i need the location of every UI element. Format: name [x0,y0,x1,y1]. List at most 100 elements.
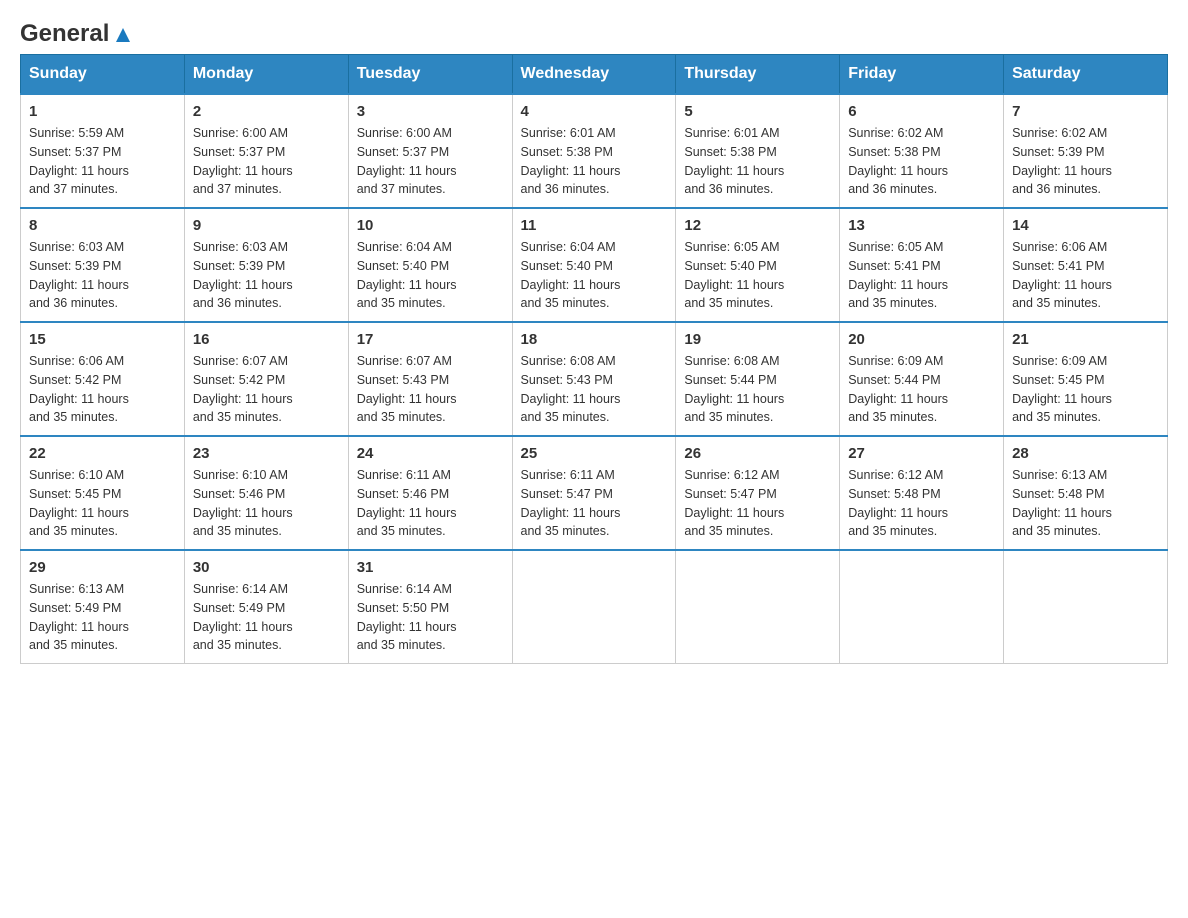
calendar-cell: 14 Sunrise: 6:06 AMSunset: 5:41 PMDaylig… [1004,208,1168,322]
calendar-cell: 29 Sunrise: 6:13 AMSunset: 5:49 PMDaylig… [21,550,185,664]
day-number: 24 [357,445,504,462]
weekday-header-thursday: Thursday [676,55,840,95]
day-info: Sunrise: 6:13 AMSunset: 5:49 PMDaylight:… [29,582,129,652]
day-number: 30 [193,559,340,576]
day-number: 8 [29,217,176,234]
day-info: Sunrise: 6:04 AMSunset: 5:40 PMDaylight:… [521,240,621,310]
week-row-1: 1 Sunrise: 5:59 AMSunset: 5:37 PMDayligh… [21,94,1168,208]
calendar-cell: 20 Sunrise: 6:09 AMSunset: 5:44 PMDaylig… [840,322,1004,436]
logo-triangle-icon [112,24,134,46]
calendar-cell: 5 Sunrise: 6:01 AMSunset: 5:38 PMDayligh… [676,94,840,208]
calendar-body: 1 Sunrise: 5:59 AMSunset: 5:37 PMDayligh… [21,94,1168,664]
week-row-5: 29 Sunrise: 6:13 AMSunset: 5:49 PMDaylig… [21,550,1168,664]
day-info: Sunrise: 6:06 AMSunset: 5:41 PMDaylight:… [1012,240,1112,310]
day-number: 2 [193,103,340,120]
calendar-cell: 8 Sunrise: 6:03 AMSunset: 5:39 PMDayligh… [21,208,185,322]
calendar-cell: 12 Sunrise: 6:05 AMSunset: 5:40 PMDaylig… [676,208,840,322]
calendar-cell: 19 Sunrise: 6:08 AMSunset: 5:44 PMDaylig… [676,322,840,436]
weekday-header-wednesday: Wednesday [512,55,676,95]
day-number: 3 [357,103,504,120]
day-info: Sunrise: 6:02 AMSunset: 5:39 PMDaylight:… [1012,126,1112,196]
calendar-cell: 26 Sunrise: 6:12 AMSunset: 5:47 PMDaylig… [676,436,840,550]
calendar-cell: 28 Sunrise: 6:13 AMSunset: 5:48 PMDaylig… [1004,436,1168,550]
day-number: 15 [29,331,176,348]
day-number: 21 [1012,331,1159,348]
weekday-header-monday: Monday [184,55,348,95]
day-info: Sunrise: 6:03 AMSunset: 5:39 PMDaylight:… [29,240,129,310]
calendar-cell: 21 Sunrise: 6:09 AMSunset: 5:45 PMDaylig… [1004,322,1168,436]
day-number: 29 [29,559,176,576]
day-number: 16 [193,331,340,348]
calendar-cell: 4 Sunrise: 6:01 AMSunset: 5:38 PMDayligh… [512,94,676,208]
calendar-cell: 18 Sunrise: 6:08 AMSunset: 5:43 PMDaylig… [512,322,676,436]
day-number: 10 [357,217,504,234]
day-info: Sunrise: 6:06 AMSunset: 5:42 PMDaylight:… [29,354,129,424]
day-info: Sunrise: 6:13 AMSunset: 5:48 PMDaylight:… [1012,468,1112,538]
day-info: Sunrise: 6:08 AMSunset: 5:44 PMDaylight:… [684,354,784,424]
day-number: 18 [521,331,668,348]
calendar-cell: 22 Sunrise: 6:10 AMSunset: 5:45 PMDaylig… [21,436,185,550]
calendar-cell [840,550,1004,664]
day-info: Sunrise: 6:11 AMSunset: 5:47 PMDaylight:… [521,468,621,538]
logo: General [20,20,134,44]
day-info: Sunrise: 6:04 AMSunset: 5:40 PMDaylight:… [357,240,457,310]
calendar-cell [676,550,840,664]
day-info: Sunrise: 6:03 AMSunset: 5:39 PMDaylight:… [193,240,293,310]
day-info: Sunrise: 6:09 AMSunset: 5:44 PMDaylight:… [848,354,948,424]
week-row-4: 22 Sunrise: 6:10 AMSunset: 5:45 PMDaylig… [21,436,1168,550]
day-info: Sunrise: 6:01 AMSunset: 5:38 PMDaylight:… [684,126,784,196]
calendar-header: SundayMondayTuesdayWednesdayThursdayFrid… [21,55,1168,95]
calendar-cell [1004,550,1168,664]
day-info: Sunrise: 6:02 AMSunset: 5:38 PMDaylight:… [848,126,948,196]
day-number: 28 [1012,445,1159,462]
day-info: Sunrise: 6:00 AMSunset: 5:37 PMDaylight:… [193,126,293,196]
day-number: 25 [521,445,668,462]
day-info: Sunrise: 6:12 AMSunset: 5:47 PMDaylight:… [684,468,784,538]
calendar-cell: 10 Sunrise: 6:04 AMSunset: 5:40 PMDaylig… [348,208,512,322]
weekday-header-friday: Friday [840,55,1004,95]
day-info: Sunrise: 6:08 AMSunset: 5:43 PMDaylight:… [521,354,621,424]
day-number: 31 [357,559,504,576]
day-number: 14 [1012,217,1159,234]
day-number: 5 [684,103,831,120]
day-number: 17 [357,331,504,348]
calendar-cell: 3 Sunrise: 6:00 AMSunset: 5:37 PMDayligh… [348,94,512,208]
day-info: Sunrise: 6:10 AMSunset: 5:45 PMDaylight:… [29,468,129,538]
page-header: General [20,20,1168,44]
day-number: 11 [521,217,668,234]
calendar-cell: 6 Sunrise: 6:02 AMSunset: 5:38 PMDayligh… [840,94,1004,208]
day-number: 6 [848,103,995,120]
day-number: 1 [29,103,176,120]
day-info: Sunrise: 6:00 AMSunset: 5:37 PMDaylight:… [357,126,457,196]
calendar-cell: 11 Sunrise: 6:04 AMSunset: 5:40 PMDaylig… [512,208,676,322]
logo-general-text: General [20,20,109,48]
calendar-table: SundayMondayTuesdayWednesdayThursdayFrid… [20,54,1168,664]
calendar-cell: 9 Sunrise: 6:03 AMSunset: 5:39 PMDayligh… [184,208,348,322]
calendar-cell: 27 Sunrise: 6:12 AMSunset: 5:48 PMDaylig… [840,436,1004,550]
day-info: Sunrise: 6:05 AMSunset: 5:40 PMDaylight:… [684,240,784,310]
weekday-header-row: SundayMondayTuesdayWednesdayThursdayFrid… [21,55,1168,95]
week-row-3: 15 Sunrise: 6:06 AMSunset: 5:42 PMDaylig… [21,322,1168,436]
calendar-cell: 17 Sunrise: 6:07 AMSunset: 5:43 PMDaylig… [348,322,512,436]
day-info: Sunrise: 6:09 AMSunset: 5:45 PMDaylight:… [1012,354,1112,424]
day-number: 12 [684,217,831,234]
day-info: Sunrise: 5:59 AMSunset: 5:37 PMDaylight:… [29,126,129,196]
day-info: Sunrise: 6:07 AMSunset: 5:43 PMDaylight:… [357,354,457,424]
calendar-cell [512,550,676,664]
day-number: 20 [848,331,995,348]
calendar-cell: 16 Sunrise: 6:07 AMSunset: 5:42 PMDaylig… [184,322,348,436]
day-number: 22 [29,445,176,462]
day-info: Sunrise: 6:14 AMSunset: 5:50 PMDaylight:… [357,582,457,652]
day-info: Sunrise: 6:01 AMSunset: 5:38 PMDaylight:… [521,126,621,196]
day-number: 4 [521,103,668,120]
week-row-2: 8 Sunrise: 6:03 AMSunset: 5:39 PMDayligh… [21,208,1168,322]
calendar-cell: 1 Sunrise: 5:59 AMSunset: 5:37 PMDayligh… [21,94,185,208]
day-number: 7 [1012,103,1159,120]
weekday-header-saturday: Saturday [1004,55,1168,95]
day-number: 19 [684,331,831,348]
calendar-cell: 31 Sunrise: 6:14 AMSunset: 5:50 PMDaylig… [348,550,512,664]
weekday-header-tuesday: Tuesday [348,55,512,95]
day-number: 9 [193,217,340,234]
day-number: 23 [193,445,340,462]
calendar-cell: 25 Sunrise: 6:11 AMSunset: 5:47 PMDaylig… [512,436,676,550]
